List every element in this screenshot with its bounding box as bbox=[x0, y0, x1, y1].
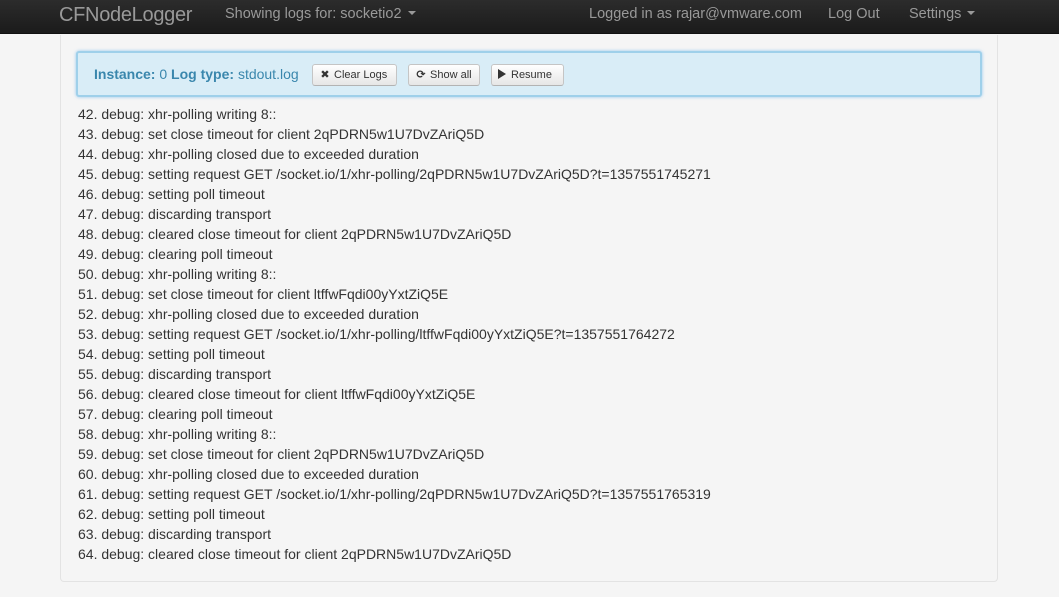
log-line: 63. debug: discarding transport bbox=[78, 526, 272, 542]
remove-icon: ✖ bbox=[320, 69, 330, 81]
logtype-value: stdout.log bbox=[237, 66, 299, 82]
log-output[interactable]: 42. debug: xhr-polling writing 8:: 43. de… bbox=[78, 105, 978, 575]
log-line: 44. debug: xhr-polling closed due to exc… bbox=[78, 146, 419, 162]
top-navbar: CFNodeLogger Showing logs for: socketio2… bbox=[0, 0, 1059, 34]
caret-down-icon bbox=[967, 11, 976, 16]
log-line: 64. debug: cleared close timeout for cli… bbox=[78, 546, 512, 562]
logout-link[interactable]: Log Out bbox=[828, 0, 880, 34]
brand-logo[interactable]: CFNodeLogger bbox=[59, 3, 192, 27]
settings-dropdown[interactable]: Settings bbox=[909, 0, 976, 34]
log-line: 45. debug: setting request GET /socket.i… bbox=[78, 166, 711, 182]
instance-info: Instance: 0 Log type: stdout.log bbox=[94, 65, 299, 83]
log-line: 58. debug: xhr-polling writing 8:: bbox=[78, 426, 277, 442]
clear-logs-label: Clear Logs bbox=[334, 69, 388, 81]
log-line: 60. debug: xhr-polling closed due to exc… bbox=[78, 466, 419, 482]
log-line: 61. debug: setting request GET /socket.i… bbox=[78, 486, 711, 502]
show-all-button[interactable]: ⟳ Show all bbox=[408, 64, 480, 86]
resume-label: Resume bbox=[511, 69, 552, 81]
log-line: 59. debug: set close timeout for client … bbox=[78, 446, 485, 462]
log-list: 42. debug: xhr-polling writing 8:: 43. de… bbox=[78, 105, 711, 564]
caret-down-icon bbox=[407, 11, 416, 16]
resume-button[interactable]: Resume bbox=[491, 64, 564, 86]
showing-logs-label: Showing logs for: socketio2 bbox=[225, 6, 402, 22]
log-line: 49. debug: clearing poll timeout bbox=[78, 246, 273, 262]
logged-in-user: Logged in as rajar@vmware.com bbox=[589, 6, 802, 22]
settings-label: Settings bbox=[909, 6, 962, 22]
log-line: 56. debug: cleared close timeout for cli… bbox=[78, 386, 476, 402]
log-line: 62. debug: setting poll timeout bbox=[78, 506, 265, 522]
log-line: 50. debug: xhr-polling writing 8:: bbox=[78, 266, 277, 282]
log-line: 46. debug: setting poll timeout bbox=[78, 186, 265, 202]
log-line: 42. debug: xhr-polling writing 8:: bbox=[78, 106, 277, 122]
refresh-icon: ⟳ bbox=[416, 69, 426, 81]
instance-value: 0 bbox=[159, 66, 168, 82]
log-line: 52. debug: xhr-polling closed due to exc… bbox=[78, 306, 419, 322]
log-line: 55. debug: discarding transport bbox=[78, 366, 272, 382]
log-toolbar: Instance: 0 Log type: stdout.log ✖ Clear … bbox=[76, 51, 982, 97]
instance-label: Instance: bbox=[94, 66, 156, 82]
log-line: 51. debug: set close timeout for client … bbox=[78, 286, 449, 302]
log-line: 57. debug: clearing poll timeout bbox=[78, 406, 273, 422]
logtype-label: Log type: bbox=[171, 66, 235, 82]
log-line: 48. debug: cleared close timeout for cli… bbox=[78, 226, 512, 242]
play-icon bbox=[498, 69, 506, 80]
log-line: 53. debug: setting request GET /socket.i… bbox=[78, 326, 675, 342]
log-line: 43. debug: set close timeout for client … bbox=[78, 126, 485, 142]
show-all-label: Show all bbox=[430, 69, 472, 81]
showing-logs-dropdown[interactable]: Showing logs for: socketio2 bbox=[225, 0, 416, 34]
log-line: 47. debug: discarding transport bbox=[78, 206, 272, 222]
clear-logs-button[interactable]: ✖ Clear Logs bbox=[312, 64, 397, 86]
log-line: 54. debug: setting poll timeout bbox=[78, 346, 265, 362]
